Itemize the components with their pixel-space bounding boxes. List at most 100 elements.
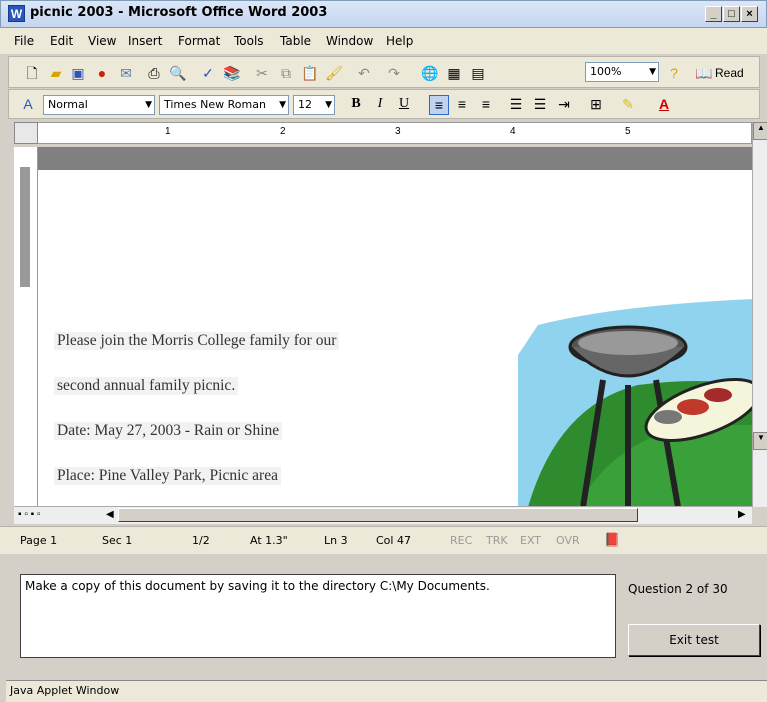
maximize-button[interactable]: □	[723, 6, 740, 22]
ruler-mark: 1	[165, 126, 171, 137]
menu-table[interactable]: Table	[280, 34, 311, 48]
menu-help[interactable]: Help	[386, 34, 413, 48]
scroll-right-icon[interactable]: ▶	[738, 509, 746, 520]
document-line[interactable]: second annual family picnic.	[54, 377, 239, 395]
chevron-down-icon: ▼	[325, 100, 332, 110]
menu-edit[interactable]: Edit	[50, 34, 73, 48]
minimize-button[interactable]: _	[705, 6, 722, 22]
font-select[interactable]: Times New Roman ▼	[159, 95, 289, 115]
menu-window[interactable]: Window	[326, 34, 373, 48]
status-line: Ln 3	[324, 534, 348, 547]
zoom-value: 100%	[590, 65, 622, 78]
chevron-down-icon: ▼	[279, 100, 286, 110]
permission-icon[interactable]: ●	[93, 64, 111, 82]
window-title: picnic 2003 - Microsoft Office Word 2003	[30, 5, 328, 20]
view-buttons-icon[interactable]: ▪ ▫ ▪ ▫	[18, 509, 41, 520]
help-icon[interactable]: ?	[665, 64, 683, 82]
vertical-scrollbar[interactable]: ▲ ▼	[752, 122, 767, 507]
print-icon[interactable]: ⎙	[145, 64, 163, 82]
scroll-thumb[interactable]	[118, 508, 638, 522]
font-color-button[interactable]: A	[655, 95, 673, 113]
font-size-value: 12	[298, 98, 312, 111]
page-top-gap	[38, 147, 752, 170]
tab-selector[interactable]	[14, 122, 38, 144]
borders-icon[interactable]: ⊞	[587, 95, 605, 113]
menu-view[interactable]: View	[88, 34, 116, 48]
numbering-icon[interactable]: ☰	[507, 95, 525, 113]
status-column: Col 47	[376, 534, 411, 547]
ruler-mark: 5	[625, 126, 631, 137]
bold-button[interactable]: B	[347, 95, 365, 113]
document-page[interactable]: Please join the Morris College family fo…	[38, 170, 752, 506]
ruler-mark: 2	[280, 126, 286, 137]
paste-icon[interactable]: 📋	[301, 64, 319, 82]
chevron-down-icon: ▼	[649, 67, 656, 77]
new-document-icon[interactable]: 🗋	[23, 64, 41, 82]
cut-icon[interactable]: ✂	[253, 64, 271, 82]
bullets-icon[interactable]: ☰	[531, 95, 549, 113]
ruler-mark: 3	[395, 126, 401, 137]
spelling-status-icon[interactable]: 📕	[604, 532, 620, 548]
style-value: Normal	[48, 98, 88, 111]
print-preview-icon[interactable]: 🔍	[169, 64, 187, 82]
ruler-mark: 4	[510, 126, 516, 137]
open-folder-icon[interactable]: ▰	[47, 64, 65, 82]
align-right-icon[interactable]: ≡	[477, 95, 495, 113]
font-value: Times New Roman	[164, 98, 266, 111]
status-trk[interactable]: TRK	[486, 534, 508, 547]
formatting-toolbar: A Normal ▼ Times New Roman ▼ 12 ▼ B I U ≡ ≡…	[8, 89, 760, 119]
menu-file[interactable]: File	[14, 34, 34, 48]
style-select[interactable]: Normal ▼	[43, 95, 155, 115]
question-counter: Question 2 of 30	[628, 582, 728, 596]
status-pages: 1/2	[192, 534, 210, 547]
indent-icon[interactable]: ⇥	[555, 95, 573, 113]
word-app-icon[interactable]: W	[8, 5, 25, 22]
styles-icon[interactable]: A	[19, 95, 37, 113]
horizontal-ruler[interactable]: 1 2 3 4 5	[14, 122, 752, 144]
highlight-icon[interactable]: ✎	[619, 95, 637, 113]
menu-tools[interactable]: Tools	[234, 34, 264, 48]
tables-borders-icon[interactable]: ▦	[445, 64, 463, 82]
status-section: Sec 1	[102, 534, 133, 547]
redo-icon[interactable]: ↷	[385, 64, 403, 82]
menu-insert[interactable]: Insert	[128, 34, 162, 48]
menu-format[interactable]: Format	[178, 34, 220, 48]
font-size-select[interactable]: 12 ▼	[293, 95, 335, 115]
status-ext[interactable]: EXT	[520, 534, 541, 547]
document-line[interactable]: Place: Pine Valley Park, Picnic area	[54, 467, 281, 485]
align-left-icon[interactable]: ≡	[429, 95, 449, 115]
standard-toolbar: 🗋 ▰ ▣ ● ✉ ⎙ 🔍 ✓ 📚 ✂ ⧉ 📋 🖌 ↶ ↷ 🌐 ▦ ▤ 100%…	[8, 56, 760, 88]
insert-table-icon[interactable]: ▤	[469, 64, 487, 82]
chevron-down-icon: ▼	[145, 100, 152, 110]
align-center-icon[interactable]: ≡	[453, 95, 471, 113]
hyperlink-icon[interactable]: 🌐	[421, 64, 439, 82]
email-icon[interactable]: ✉	[117, 64, 135, 82]
scroll-up-icon[interactable]: ▲	[753, 122, 767, 140]
status-page: Page 1	[20, 534, 58, 547]
vertical-ruler[interactable]	[14, 147, 38, 507]
undo-icon[interactable]: ↶	[355, 64, 373, 82]
read-button[interactable]: Read	[715, 66, 744, 80]
zoom-select[interactable]: 100% ▼	[585, 62, 659, 82]
spelling-icon[interactable]: ✓	[199, 64, 217, 82]
document-line[interactable]: Date: May 27, 2003 - Rain or Shine	[54, 422, 283, 440]
read-icon[interactable]: 📖	[695, 64, 713, 82]
scroll-left-icon[interactable]: ◀	[106, 509, 114, 520]
scroll-down-icon[interactable]: ▼	[753, 432, 767, 450]
document-line[interactable]: Please join the Morris College family fo…	[54, 332, 340, 350]
status-at: At 1.3"	[250, 534, 288, 547]
close-button[interactable]: ×	[741, 6, 758, 22]
format-painter-icon[interactable]: 🖌	[325, 64, 343, 82]
italic-button[interactable]: I	[371, 95, 389, 113]
exit-test-button[interactable]: Exit test	[628, 624, 760, 656]
java-applet-label: Java Applet Window	[6, 680, 767, 702]
status-ovr[interactable]: OVR	[556, 534, 580, 547]
copy-icon[interactable]: ⧉	[277, 64, 295, 82]
ruler-margin	[20, 167, 30, 287]
save-icon[interactable]: ▣	[69, 64, 87, 82]
grill-clipart	[518, 299, 752, 506]
instruction-text: Make a copy of this document by saving i…	[20, 574, 616, 658]
status-rec[interactable]: REC	[450, 534, 472, 547]
underline-button[interactable]: U	[395, 95, 413, 113]
research-icon[interactable]: 📚	[223, 64, 241, 82]
